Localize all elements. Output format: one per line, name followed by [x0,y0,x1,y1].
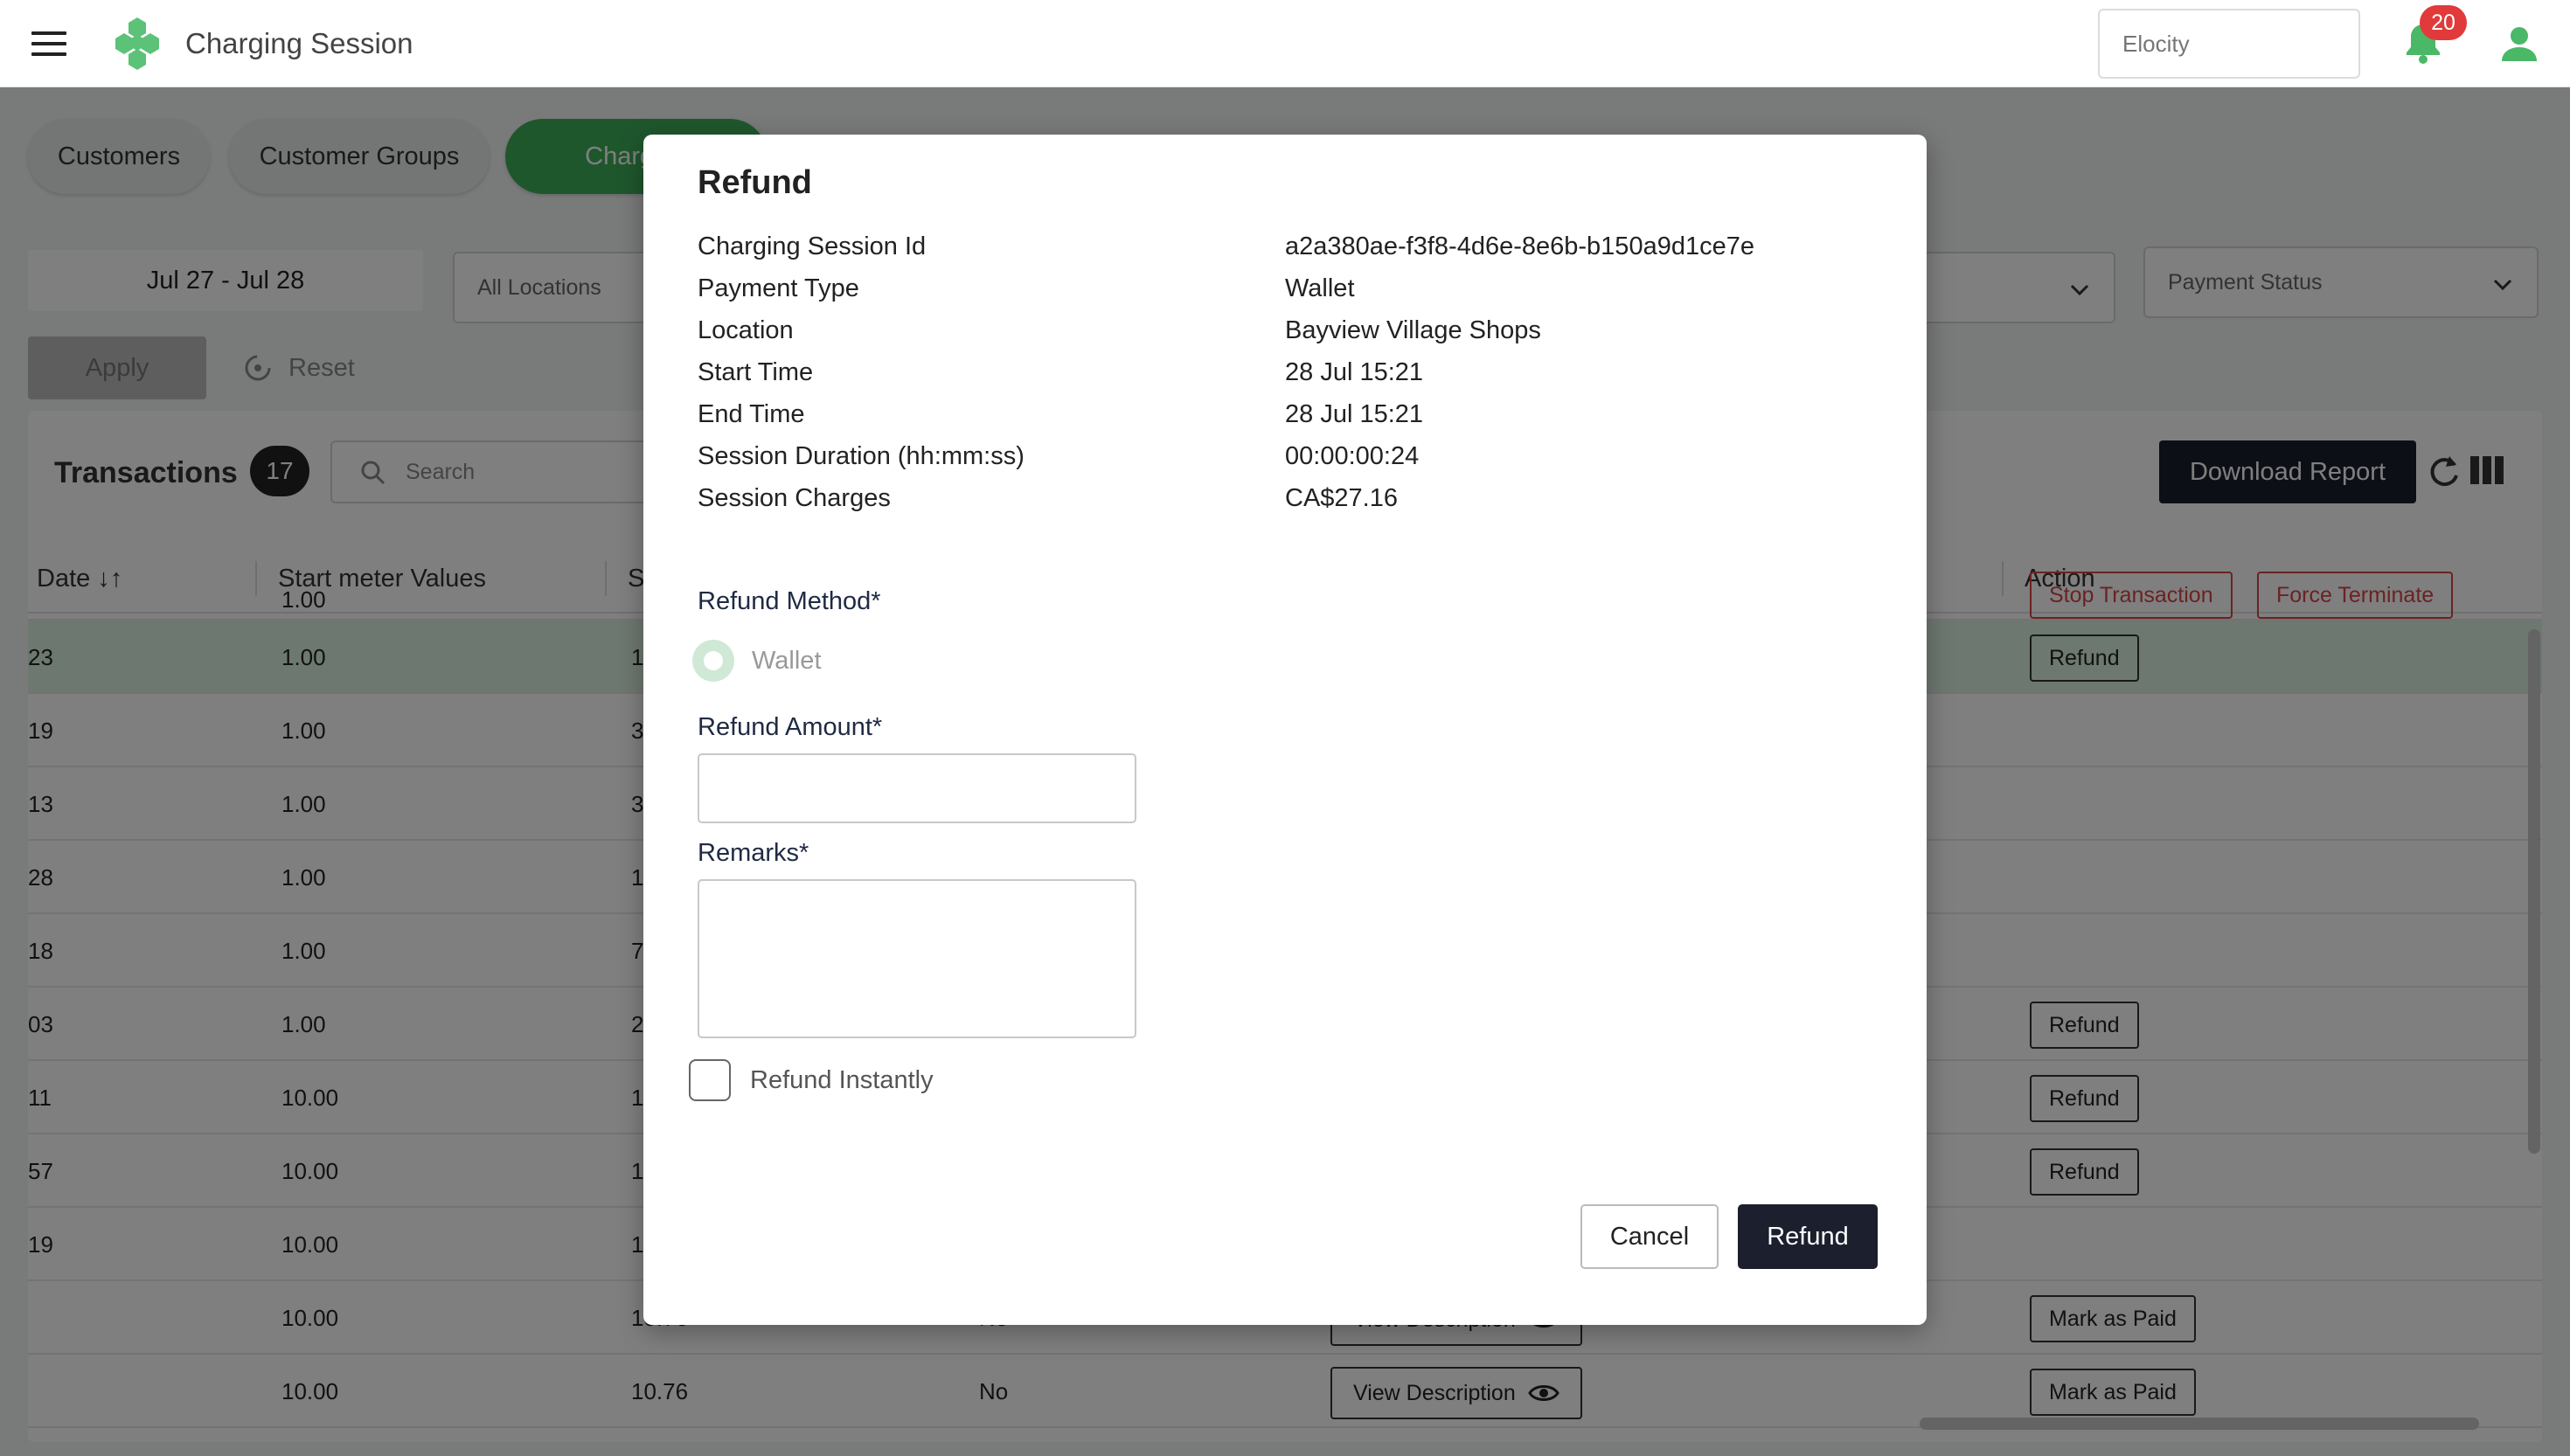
radio-indicator[interactable] [692,640,734,682]
user-icon[interactable] [2500,26,2539,61]
detail-label: Session Charges [698,484,891,512]
detail-row: Start Time 28 Jul 15:21 [698,358,1886,400]
detail-value: Wallet [1285,274,1355,302]
detail-label: Location [698,316,794,344]
detail-row: Session Duration (hh:mm:ss) 00:00:00:24 [698,442,1886,484]
menu-icon[interactable] [31,31,66,56]
detail-label: Session Duration (hh:mm:ss) [698,442,1025,470]
radio-label: Wallet [752,647,822,675]
detail-row: End Time 28 Jul 15:21 [698,400,1886,442]
page-title: Charging Session [185,27,413,59]
detail-value: 28 Jul 15:21 [1285,400,1424,428]
notification-badge: 20 [2420,5,2467,40]
dialog-title: Refund [698,164,812,201]
remarks-textarea[interactable] [698,879,1136,1038]
detail-value: 28 Jul 15:21 [1285,358,1424,386]
logo-icon [115,17,159,70]
detail-label: Payment Type [698,274,859,302]
detail-row: Payment Type Wallet [698,274,1886,316]
checkbox-label: Refund Instantly [750,1066,934,1094]
detail-row: Charging Session Id a2a380ae-f3f8-4d6e-8… [698,232,1886,274]
refund-dialog: Refund Charging Session Id a2a380ae-f3f8… [643,135,1927,1325]
detail-label: Charging Session Id [698,232,927,260]
refund-amount-input[interactable] [698,753,1136,823]
detail-label: Start Time [698,358,814,386]
detail-row: Session Charges CA$27.16 [698,484,1886,526]
refund-amount-label: Refund Amount* [698,713,883,741]
detail-value: Bayview Village Shops [1285,316,1541,344]
cancel-button[interactable]: Cancel [1580,1204,1719,1269]
remarks-label: Remarks* [698,839,809,867]
checkbox-box[interactable] [689,1059,731,1101]
top-bar: Charging Session 20 [0,0,2570,87]
organization-search-input[interactable] [2098,9,2360,79]
refund-method-label: Refund Method* [698,587,881,615]
detail-row: Location Bayview Village Shops [698,316,1886,358]
detail-value: 00:00:00:24 [1285,442,1420,470]
detail-label: End Time [698,400,805,428]
session-details: Charging Session Id a2a380ae-f3f8-4d6e-8… [698,232,1886,526]
detail-value: CA$27.16 [1285,484,1398,512]
detail-value: a2a380ae-f3f8-4d6e-8e6b-b150a9d1ce7e [1285,232,1754,260]
refund-submit-button[interactable]: Refund [1738,1204,1878,1269]
